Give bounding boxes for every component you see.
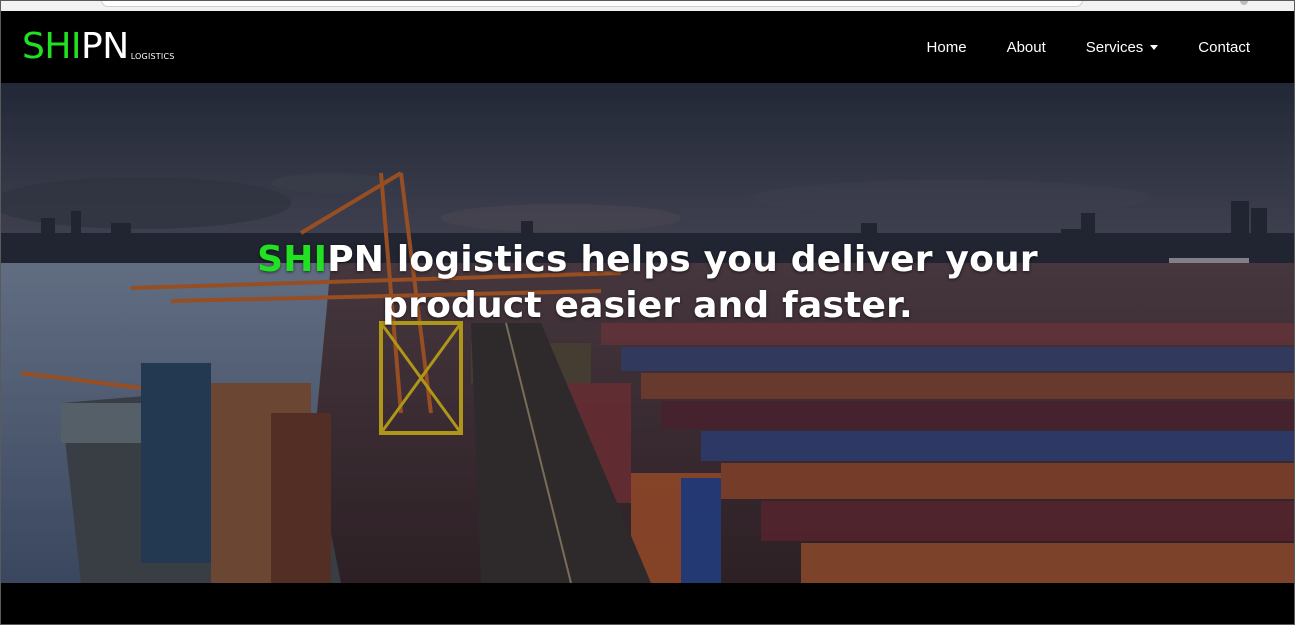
hero-section: SHIPN logistics helps you deliver your p…: [1, 83, 1294, 583]
headline-line-1: SHIPN logistics helps you deliver your: [1, 237, 1294, 283]
address-bar-edge: [101, 1, 1083, 7]
brand-logo[interactable]: SHI PN LOGISTICS: [22, 25, 175, 65]
nav-home[interactable]: Home: [927, 39, 967, 56]
nav-about-label: About: [1006, 38, 1046, 56]
caret-down-icon: [1150, 44, 1159, 50]
hero-headline: SHIPN logistics helps you deliver your p…: [1, 237, 1294, 329]
browser-menu-dot: [1240, 1, 1248, 5]
hero-dark-overlay: [1, 83, 1294, 583]
nav-home-label: Home: [926, 38, 967, 56]
nav-services-label: Services: [1085, 38, 1144, 56]
headline-line-2: product easier and faster.: [382, 285, 913, 326]
browser-top-strip: [1, 1, 1294, 11]
headline-line-1-rest: PN logistics helps you deliver your: [327, 239, 1038, 280]
brand-sub: LOGISTICS: [130, 52, 175, 61]
brand-rest: PN: [81, 26, 129, 67]
section-divider: [1, 583, 1294, 624]
nav-about[interactable]: About: [1007, 39, 1046, 56]
nav-contact[interactable]: Contact: [1198, 39, 1250, 56]
brand-highlight: SHI: [22, 26, 82, 67]
nav-services-dropdown[interactable]: Services: [1086, 39, 1159, 56]
nav-menu: Home About Services Contact: [887, 11, 1250, 83]
navbar: SHI PN LOGISTICS Home About Services Con…: [1, 11, 1294, 83]
headline-highlight: SHI: [257, 239, 328, 280]
page-frame: SHI PN LOGISTICS Home About Services Con…: [0, 0, 1295, 625]
nav-contact-label: Contact: [1198, 38, 1250, 56]
